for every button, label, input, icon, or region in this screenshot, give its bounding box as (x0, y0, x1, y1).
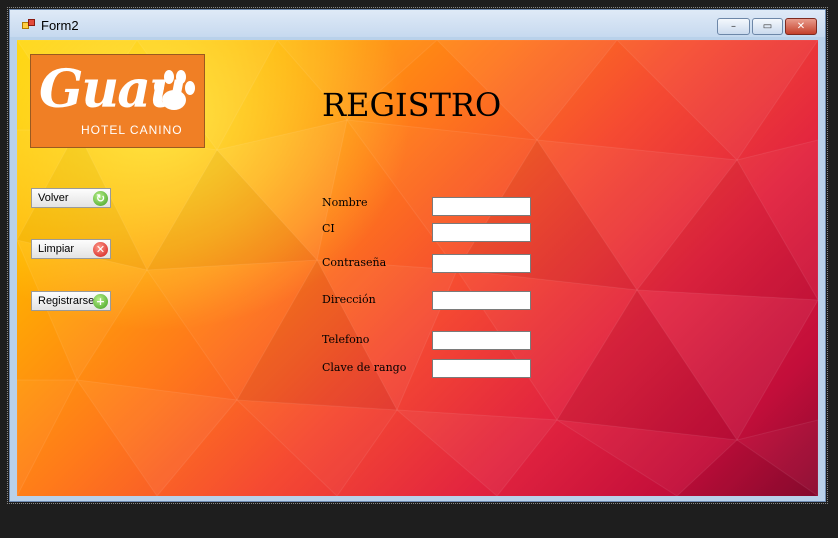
ci-label: CI (322, 222, 335, 235)
page-title: REGISTRO (322, 86, 502, 124)
window-title: Form2 (41, 18, 79, 33)
volver-button[interactable]: Volver ↻ (31, 188, 111, 208)
limpiar-button-label: Limpiar (38, 243, 75, 255)
form-icon (22, 19, 36, 31)
clave-de-rango-field[interactable] (432, 359, 531, 378)
logo-subtitle: HOTEL CANINO (81, 123, 183, 137)
contrasena-field[interactable] (432, 254, 531, 273)
registrarse-button-label: Registrarse (38, 295, 95, 307)
nombre-field[interactable] (432, 197, 531, 216)
title-bar[interactable]: Form2 – ▭ ✕ (10, 10, 825, 37)
form-background: Guau HOTEL CANINO Volver ↻ Limpiar ✕ Reg… (17, 40, 818, 496)
clave-de-rango-label: Clave de rango (322, 361, 407, 374)
clear-icon: ✕ (93, 242, 108, 257)
add-icon: + (93, 294, 108, 309)
limpiar-button[interactable]: Limpiar ✕ (31, 239, 111, 259)
registrarse-button[interactable]: Registrarse + (31, 291, 111, 311)
contrasena-label: Contraseña (322, 256, 387, 269)
direccion-label: Dirección (322, 293, 376, 306)
close-button[interactable]: ✕ (785, 18, 817, 35)
direccion-field[interactable] (432, 291, 531, 310)
volver-button-label: Volver (38, 192, 69, 204)
ci-field[interactable] (432, 223, 531, 242)
hotel-logo: Guau HOTEL CANINO (30, 54, 205, 148)
refresh-icon: ↻ (93, 191, 108, 206)
telefono-field[interactable] (432, 331, 531, 350)
paw-icon (154, 70, 195, 110)
nombre-label: Nombre (322, 196, 368, 209)
telefono-label: Telefono (322, 333, 370, 346)
minimize-button[interactable]: – (717, 18, 750, 35)
maximize-button[interactable]: ▭ (752, 18, 783, 35)
form-window: Form2 – ▭ ✕ Guau HOTEL CANINO Volver ↻ L… (9, 9, 826, 502)
